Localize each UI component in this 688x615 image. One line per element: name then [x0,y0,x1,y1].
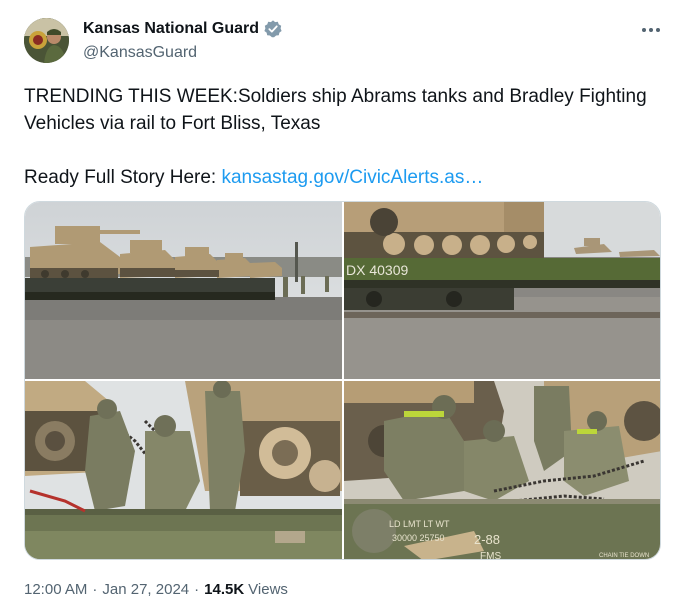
tweet-text: TRENDING THIS WEEK:Soldiers ship Abrams … [24,83,664,191]
views-count: 14.5K [204,581,245,598]
author-name-row: Kansas National Guard [83,20,282,38]
tank-on-flatcar-photo[interactable]: DX 40309 [344,202,660,379]
tweet-meta: 12:00 AM · Jan 27, 2024 · 14.5K Views [24,581,288,598]
tweet-link-line: Ready Full Story Here: kansastag.gov/Civ… [24,164,664,191]
author-handle[interactable]: @KansasGuard [83,44,197,62]
avatar[interactable] [24,18,69,63]
tweet-time[interactable]: 12:00 AM [24,581,87,598]
tanks-on-railcars-photo[interactable] [25,202,342,379]
railcar-stencil-2: 30000 25750 [392,533,445,543]
link-prefix: Ready Full Story Here: [24,167,222,188]
railcar-number: 2-88 [474,532,500,547]
tweet: Kansas National Guard @KansasGuard TREND… [0,0,688,615]
tweet-date[interactable]: Jan 27, 2024 [102,581,189,598]
tweet-headline: TRENDING THIS WEEK:Soldiers ship Abrams … [24,86,647,134]
avatar-icon [24,18,69,63]
display-name[interactable]: Kansas National Guard [83,20,259,38]
railcar-code: FMS [480,551,501,560]
railcar-stencil-1: LD LMT LT WT [389,519,450,529]
chain-label: CHAIN TIE DOWN [599,553,649,559]
soldiers-chaining-tank-photo[interactable] [25,381,342,559]
meta-separator: · [92,581,98,598]
more-icon [642,28,646,32]
meta-separator-2: · [194,581,200,598]
media-grid: DX 40309 LD LMT LT WT 30000 25750 2-88 F… [24,201,661,560]
soldiers-securing-chains-photo[interactable]: LD LMT LT WT 30000 25750 2-88 FMS CHAIN … [344,381,660,560]
verified-badge-icon[interactable] [264,20,282,38]
flatcar-marking: DX 40309 [346,262,408,278]
views-label: Views [248,581,288,598]
story-link[interactable]: kansastag.gov/CivicAlerts.as… [221,167,483,188]
more-button[interactable] [640,20,662,40]
